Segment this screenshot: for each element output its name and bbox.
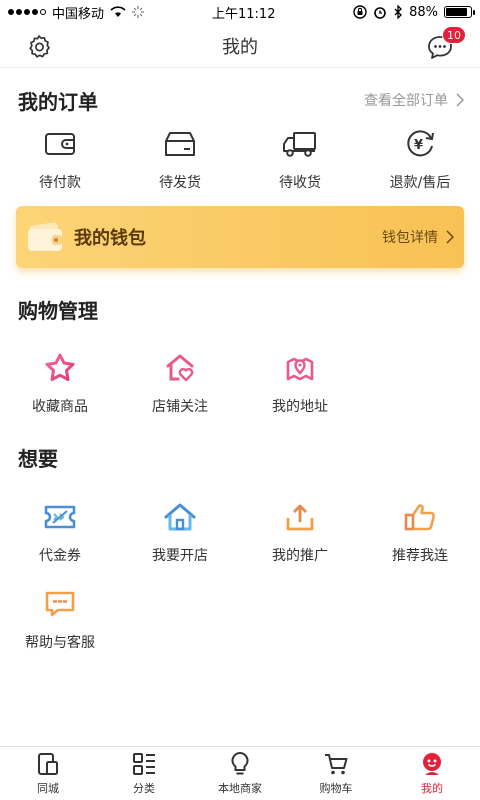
order-item-label: 待付款 (39, 175, 81, 191)
shopping-row: 收藏商品 店铺关注 我的地址 (0, 348, 480, 416)
order-refund[interactable]: ¥ 退款/售后 (360, 124, 480, 192)
recommend-us[interactable]: 推荐我连 (360, 497, 480, 565)
shopping-item-label: 店铺关注 (152, 399, 208, 415)
wallet-banner[interactable]: 我的钱包 钱包详情 (16, 206, 464, 268)
my-address[interactable]: 我的地址 (240, 348, 360, 416)
tab-local[interactable]: 同城 (0, 747, 96, 800)
share-icon (286, 504, 314, 531)
tab-category[interactable]: 分类 (96, 747, 192, 800)
loading-icon (132, 6, 145, 18)
tab-bar: 同城 分类 本地商家 购物车 我的 (0, 746, 480, 800)
favorite-products[interactable]: 收藏商品 (0, 348, 120, 416)
tab-label: 本地商家 (218, 782, 262, 795)
order-pending-payment[interactable]: 待付款 (0, 124, 120, 192)
wallet-icon (45, 133, 75, 155)
order-item-label: 退款/售后 (389, 175, 451, 191)
wallet-label: 我的钱包 (74, 228, 146, 249)
tab-mine[interactable]: 我的 (384, 747, 480, 800)
category-icon (133, 753, 155, 775)
rotation-lock-icon (353, 5, 367, 19)
tab-label: 我的 (421, 782, 443, 795)
wants-row-2: 帮助与客服 (0, 584, 480, 652)
wants-item-label: 代金券 (39, 548, 81, 564)
coupon-icon (44, 505, 76, 529)
alarm-icon (374, 7, 386, 19)
help-and-service[interactable]: 帮助与客服 (0, 584, 120, 652)
order-pending-receipt[interactable]: 待收货 (240, 124, 360, 192)
tab-cart[interactable]: 购物车 (288, 747, 384, 800)
nav-bar: 我的 10 (0, 24, 480, 68)
box-icon (165, 132, 195, 156)
order-item-label: 待收货 (279, 175, 321, 191)
cart-icon (325, 754, 348, 775)
wallet-detail-link[interactable]: 钱包详情 (382, 227, 454, 247)
store-heart-icon (166, 354, 194, 382)
battery-icon (444, 6, 475, 18)
status-bar: 中国移动 上午11:12 88% (0, 0, 480, 24)
wants-row-1: 代金券 我要开店 我的推广 推荐我连 (0, 497, 480, 565)
clock: 上午11:12 (212, 6, 276, 22)
truck-icon (283, 132, 316, 157)
bulb-icon (231, 751, 249, 775)
page-title: 我的 (222, 36, 258, 58)
tab-local-merchants[interactable]: 本地商家 (192, 747, 288, 800)
wifi-icon (110, 6, 126, 17)
orders-title: 我的订单 (18, 90, 98, 114)
my-promotion[interactable]: 我的推广 (240, 497, 360, 565)
home-icon (164, 503, 196, 531)
wants-item-label: 推荐我连 (392, 548, 448, 564)
signal-icon (8, 9, 46, 15)
shopping-item-label: 我的地址 (272, 399, 328, 415)
star-icon (45, 353, 75, 381)
chevron-right-icon (446, 230, 454, 244)
profile-icon (423, 753, 441, 775)
wants-title: 想要 (18, 447, 58, 471)
wants-item-label: 帮助与客服 (25, 635, 95, 651)
chevron-right-icon (456, 93, 464, 107)
tab-label: 分类 (133, 782, 155, 795)
wallet-card-icon (28, 222, 62, 251)
followed-stores[interactable]: 店铺关注 (120, 348, 240, 416)
refund-icon: ¥ (407, 130, 434, 157)
map-pin-icon (286, 357, 314, 381)
bluetooth-icon (394, 5, 403, 19)
wants-item-label: 我要开店 (152, 548, 208, 564)
see-all-orders-link[interactable]: 查看全部订单 (364, 90, 464, 110)
phone-icon (38, 753, 58, 775)
wants-item-label: 我的推广 (272, 548, 328, 564)
open-store[interactable]: 我要开店 (120, 497, 240, 565)
shopping-title: 购物管理 (18, 299, 98, 323)
wallet-detail-label: 钱包详情 (382, 230, 438, 246)
settings-gear-icon[interactable] (26, 34, 52, 60)
order-pending-shipment[interactable]: 待发货 (120, 124, 240, 192)
svg-text:¥: ¥ (414, 138, 423, 153)
message-badge: 10 (442, 26, 466, 44)
battery-percent: 88% (409, 4, 438, 20)
see-all-label: 查看全部订单 (364, 93, 448, 109)
coupon[interactable]: 代金券 (0, 497, 120, 565)
thumbs-up-icon (404, 504, 435, 531)
carrier-label: 中国移动 (52, 6, 105, 22)
orders-row: 待付款 待发货 待收货 ¥ 退款/售后 (0, 124, 480, 192)
chat-help-icon (45, 591, 75, 617)
tab-label: 同城 (37, 782, 59, 795)
tab-label: 购物车 (319, 782, 353, 795)
shopping-item-label: 收藏商品 (32, 399, 88, 415)
order-item-label: 待发货 (159, 175, 201, 191)
